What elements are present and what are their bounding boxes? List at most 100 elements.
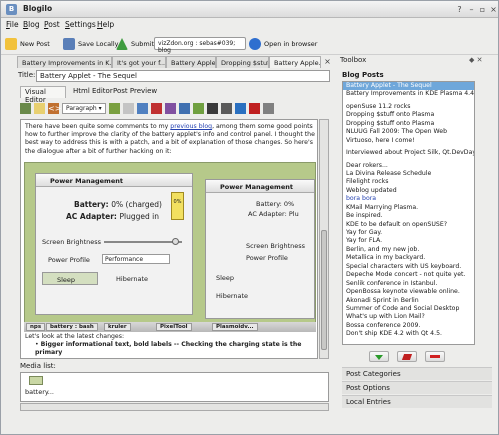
list-item[interactable]: Dropping $stuff onto Plasma: [343, 120, 474, 128]
section-post-categories[interactable]: Post Categories: [342, 367, 492, 380]
submit-button[interactable]: Submit: [116, 37, 154, 51]
underline-icon[interactable]: [234, 102, 246, 114]
section-local-entries[interactable]: Local Entries: [342, 395, 492, 408]
previous-blog-link[interactable]: previous blog: [170, 123, 212, 130]
globe-icon: [249, 38, 261, 50]
menu-blog[interactable]: Blog: [23, 20, 40, 29]
editor-paragraph: There have been quite some comments to m…: [25, 123, 315, 155]
section-post-options[interactable]: Post Options: [342, 381, 492, 394]
list-item[interactable]: Yay for FLA.: [343, 237, 474, 245]
link-icon[interactable]: [34, 102, 45, 114]
image-icon[interactable]: [20, 102, 31, 114]
toolbox-buttons[interactable]: ◆ ✕: [469, 56, 482, 64]
list-item[interactable]: Interviewed about Project Silk, Qt.DevDa…: [343, 149, 474, 157]
list-item[interactable]: Metallica in my backyard.: [343, 254, 474, 262]
blog-posts-list[interactable]: Battery Applet - The Sequel Battery Impro…: [342, 81, 475, 345]
list-item[interactable]: KDE to be default on openSUSE?: [343, 221, 474, 229]
remove-icon: [430, 355, 440, 358]
minimize-icon[interactable]: –: [467, 5, 476, 14]
more-icon[interactable]: [262, 102, 274, 114]
indent-icon[interactable]: [178, 102, 190, 114]
title-field[interactable]: Battery Applet - The Sequel: [36, 70, 330, 82]
list-item[interactable]: Dropping $stuff onto Plasma: [343, 111, 474, 119]
code-icon[interactable]: <>: [48, 102, 61, 114]
power-management-panel-2: Power Management Battery: 0% AC Adapter:…: [205, 179, 315, 319]
embedded-screenshot: Power Management Battery: 0% (charged) A…: [24, 162, 316, 332]
edit-post-button[interactable]: [397, 351, 417, 362]
close-tab-icon[interactable]: ×: [323, 57, 332, 66]
list-item[interactable]: La Divina Release Schedule: [343, 170, 474, 178]
open-post-button[interactable]: [369, 351, 389, 362]
text-color-icon[interactable]: [136, 102, 148, 114]
tab-post-3[interactable]: Battery Apple...: [166, 56, 216, 68]
list-item[interactable]: Depeche Mode concert - not quite yet.: [343, 271, 474, 279]
menu-file[interactable]: File: [6, 20, 19, 29]
bold-icon[interactable]: [206, 102, 218, 114]
power-profile-select[interactable]: Performance: [102, 254, 170, 264]
sleep-button[interactable]: Sleep: [42, 272, 98, 285]
settings-icon[interactable]: [122, 102, 134, 114]
remove-post-button[interactable]: [425, 351, 445, 362]
highlight-icon[interactable]: [164, 102, 176, 114]
menu-help[interactable]: Help: [97, 20, 114, 29]
list-item[interactable]: openSuse 11.2 rocks: [343, 103, 474, 111]
list-item[interactable]: What's up with Lion Mail?: [343, 313, 474, 321]
title-bar: B Blogilo ? – ▫ ×: [1, 1, 498, 18]
close-icon[interactable]: ×: [489, 5, 498, 14]
list-item[interactable]: Yay for Gay.: [343, 229, 474, 237]
italic-icon[interactable]: [220, 102, 232, 114]
save-icon: [63, 38, 75, 50]
open-in-browser-button[interactable]: Open in browser: [249, 37, 317, 51]
media-item-name: battery...: [25, 388, 54, 396]
brightness-slider[interactable]: [104, 238, 182, 245]
new-post-icon: [5, 38, 17, 50]
list-item[interactable]: NLUUG Fall 2009: The Open Web: [343, 128, 474, 136]
list-item[interactable]: Berlin, and my new job.: [343, 246, 474, 254]
list-item[interactable]: Weblog updated: [343, 187, 474, 195]
list-item[interactable]: OpenBossa keynote viewable online.: [343, 288, 474, 296]
format-toolbar: <> Paragraph ▾: [20, 100, 331, 116]
list-item[interactable]: Filelight rocks: [343, 178, 474, 186]
list-item[interactable]: Battery Applet - The Sequel: [343, 82, 474, 91]
list-item[interactable]: Special characters with US keyboard.: [343, 263, 474, 271]
list-item[interactable]: Bossa conference 2009.: [343, 322, 474, 330]
tab-post-preview[interactable]: Post Preview: [109, 86, 161, 98]
add-media-icon[interactable]: [192, 102, 204, 114]
new-post-button[interactable]: New Post: [5, 37, 50, 51]
tab-post-4[interactable]: Dropping $stuf...: [216, 56, 269, 68]
tab-post-5[interactable]: Battery Apple...: [269, 56, 321, 68]
editor-scrollbar[interactable]: [319, 119, 329, 359]
media-scrollbar[interactable]: [20, 403, 329, 411]
list-item[interactable]: Akonadi Sprint in Berlin: [343, 297, 474, 305]
list-item[interactable]: Be inspired.: [343, 212, 474, 220]
list-item[interactable]: Battery Improvements in KDE Plasma 4.4: [343, 90, 474, 98]
save-locally-button[interactable]: Save Locally: [63, 37, 119, 51]
main-window: B Blogilo ? – ▫ × File Blog Post Setting…: [0, 0, 499, 435]
hibernate-button[interactable]: Hibernate: [116, 275, 148, 283]
list-item[interactable]: Don't ship KDE 4.2 with Qt 4.5.: [343, 330, 474, 338]
list-item[interactable]: Dear rokers...: [343, 162, 474, 170]
tab-post-2[interactable]: It's got your f...: [112, 56, 166, 68]
clear-format-icon[interactable]: [150, 102, 162, 114]
menu-settings[interactable]: Settings: [65, 20, 96, 29]
list-item[interactable]: KMail Marrying Plasma.: [343, 204, 474, 212]
list-item[interactable]: Summer of Code and Social Desktop: [343, 305, 474, 313]
spellcheck-icon[interactable]: [108, 102, 120, 114]
window-title: Blogilo: [23, 4, 53, 13]
maximize-icon[interactable]: ▫: [478, 5, 487, 14]
tab-post-1[interactable]: Battery Improvements in K...: [17, 56, 112, 68]
blog-select[interactable]: vizZdon.org : sebas#039; blog: [154, 37, 246, 54]
help-icon[interactable]: ?: [455, 5, 464, 14]
visual-editor[interactable]: There have been quite some comments to m…: [20, 119, 318, 359]
tab-visual-editor[interactable]: Visual Editor: [20, 86, 66, 104]
menu-post[interactable]: Post: [44, 20, 60, 29]
media-thumbnail[interactable]: [29, 376, 43, 385]
main-toolbar: New Post Save Locally Submit vizZdon.org…: [1, 33, 498, 55]
media-list[interactable]: battery...: [20, 372, 329, 402]
strike-icon[interactable]: [248, 102, 260, 114]
list-item[interactable]: Virtuoso, here I come!: [343, 137, 474, 145]
paragraph-select[interactable]: Paragraph ▾: [62, 102, 106, 114]
list-item[interactable]: bora bora: [343, 195, 474, 203]
scrollbar-thumb[interactable]: [321, 230, 327, 350]
list-item[interactable]: Senlik conference in Istanbul.: [343, 280, 474, 288]
